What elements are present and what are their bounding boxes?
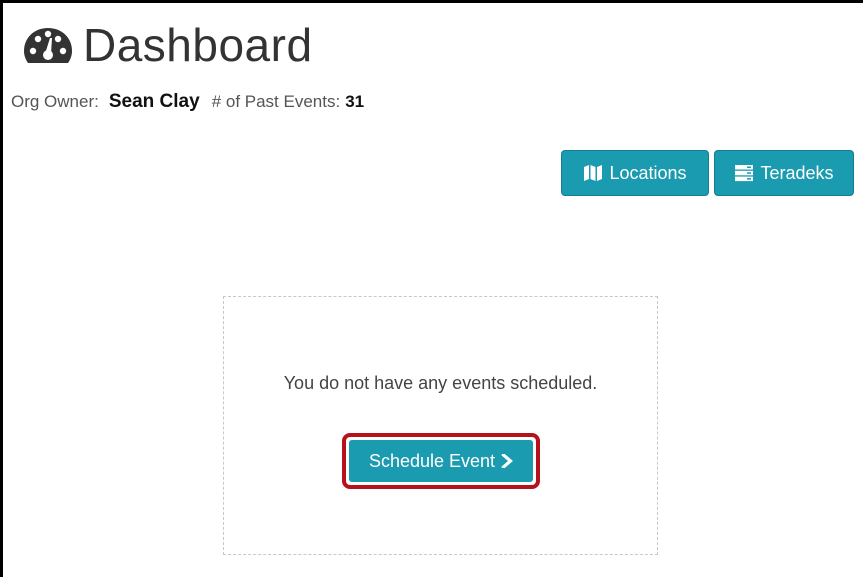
dashboard-page: Dashboard Org Owner: Sean Clay # of Past… bbox=[0, 0, 863, 577]
teradeks-label: Teradeks bbox=[760, 162, 834, 183]
dashboard-gauge-icon bbox=[24, 28, 72, 63]
org-meta: Org Owner: Sean Clay # of Past Events: 3… bbox=[11, 91, 364, 113]
past-events-count: 31 bbox=[345, 92, 365, 111]
owner-label: Org Owner: bbox=[11, 92, 99, 111]
chevron-right-icon bbox=[501, 454, 514, 468]
page-title: Dashboard bbox=[83, 19, 313, 71]
past-events-label: # of Past Events: bbox=[211, 92, 341, 111]
empty-events-message: You do not have any events scheduled. bbox=[283, 373, 598, 393]
server-icon bbox=[735, 165, 754, 182]
locations-label: Locations bbox=[609, 162, 687, 183]
empty-events-panel: You do not have any events scheduled. Sc… bbox=[223, 296, 658, 555]
locations-button[interactable]: Locations bbox=[561, 150, 709, 196]
page-header: Dashboard bbox=[23, 15, 313, 75]
teradeks-button[interactable]: Teradeks bbox=[714, 150, 854, 196]
owner-name: Sean Clay bbox=[108, 91, 200, 112]
schedule-event-button[interactable]: Schedule Event bbox=[349, 440, 533, 482]
map-icon bbox=[584, 165, 603, 181]
schedule-event-highlight: Schedule Event bbox=[342, 433, 540, 489]
schedule-event-label: Schedule Event bbox=[368, 450, 496, 471]
